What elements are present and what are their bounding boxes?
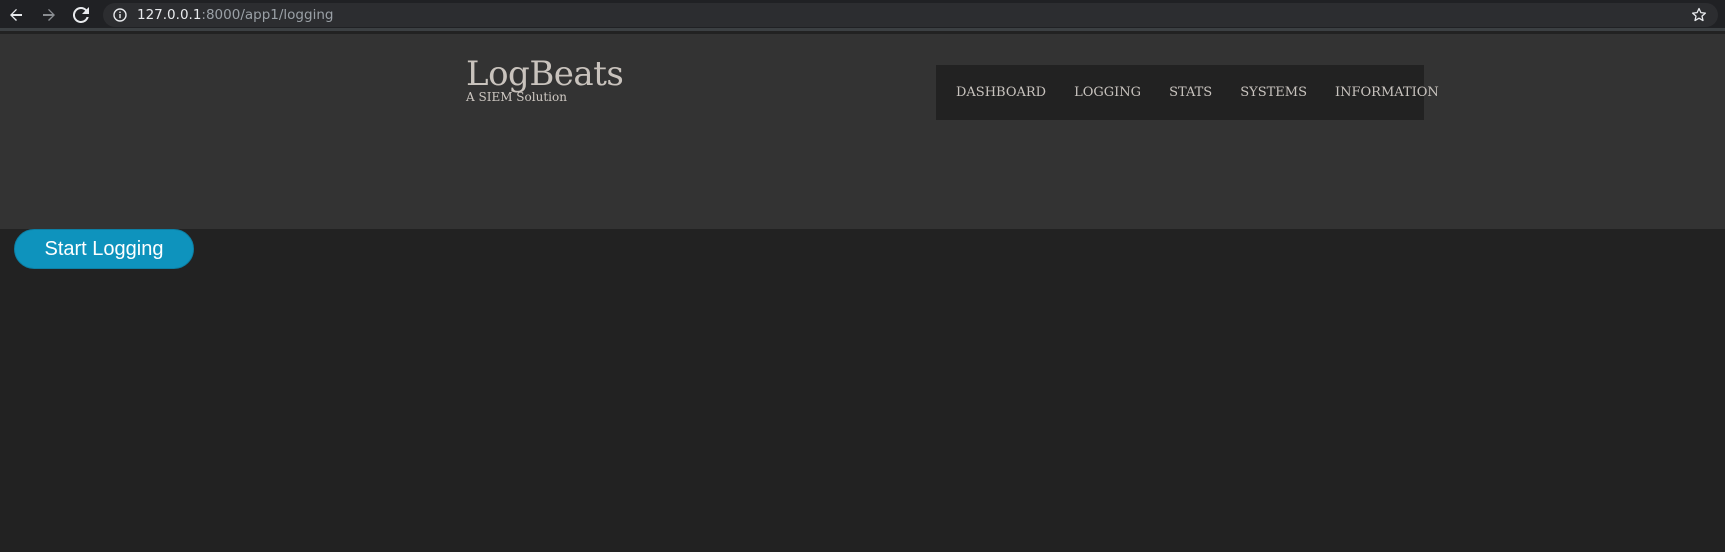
nav-logging[interactable]: LOGGING bbox=[1074, 85, 1141, 100]
browser-toolbar: 127.0.0.1:8000/app1/logging bbox=[0, 0, 1725, 31]
info-icon[interactable] bbox=[113, 8, 127, 22]
arrow-right-icon bbox=[43, 9, 55, 21]
bookmark-button[interactable] bbox=[1690, 6, 1708, 24]
start-logging-button[interactable]: Start Logging bbox=[14, 229, 194, 269]
url-text[interactable]: 127.0.0.1:8000/app1/logging bbox=[137, 7, 333, 23]
main-nav: DASHBOARD LOGGING STATS SYSTEMS INFORMAT… bbox=[936, 65, 1439, 120]
forward-button[interactable] bbox=[37, 4, 61, 26]
reload-icon bbox=[73, 7, 89, 23]
url-host: 127.0.0.1 bbox=[137, 7, 202, 23]
star-icon bbox=[1691, 7, 1707, 22]
nav-stats[interactable]: STATS bbox=[1169, 85, 1212, 100]
address-bar[interactable]: 127.0.0.1:8000/app1/logging bbox=[103, 3, 1718, 27]
url-path: :8000/app1/logging bbox=[201, 7, 334, 23]
reload-button[interactable] bbox=[69, 4, 93, 26]
back-button[interactable] bbox=[4, 4, 28, 26]
brand: LogBeats A SIEM Solution bbox=[466, 54, 624, 104]
arrow-left-icon bbox=[10, 9, 22, 21]
nav-information[interactable]: INFORMATION bbox=[1335, 85, 1439, 100]
nav-systems[interactable]: SYSTEMS bbox=[1240, 85, 1307, 100]
nav-dashboard[interactable]: DASHBOARD bbox=[956, 85, 1046, 100]
site-title[interactable]: LogBeats bbox=[466, 54, 624, 94]
site-header: LogBeats A SIEM Solution DASHBOARD LOGGI… bbox=[0, 34, 1725, 229]
